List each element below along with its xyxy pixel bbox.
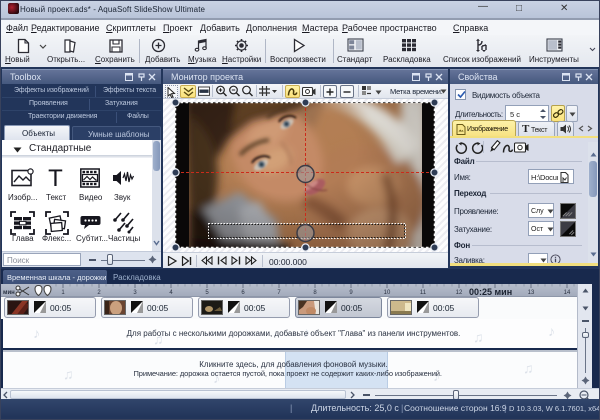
svg-text:8: 8 xyxy=(313,290,317,296)
svg-text:5: 5 xyxy=(205,290,209,296)
svg-text:3: 3 xyxy=(133,290,137,296)
svg-text:1: 1 xyxy=(61,290,65,296)
svg-text:7: 7 xyxy=(277,290,281,296)
svg-text:11: 11 xyxy=(420,290,427,296)
svg-text:10: 10 xyxy=(384,290,391,296)
svg-text:9: 9 xyxy=(349,290,353,296)
svg-text:T: T xyxy=(48,167,63,189)
svg-text:2: 2 xyxy=(97,290,101,296)
svg-text:4: 4 xyxy=(169,290,173,296)
svg-text:12: 12 xyxy=(456,290,463,296)
svg-text:6: 6 xyxy=(241,290,245,296)
svg-text:14: 14 xyxy=(564,290,571,296)
svg-text:13: 13 xyxy=(528,290,535,296)
